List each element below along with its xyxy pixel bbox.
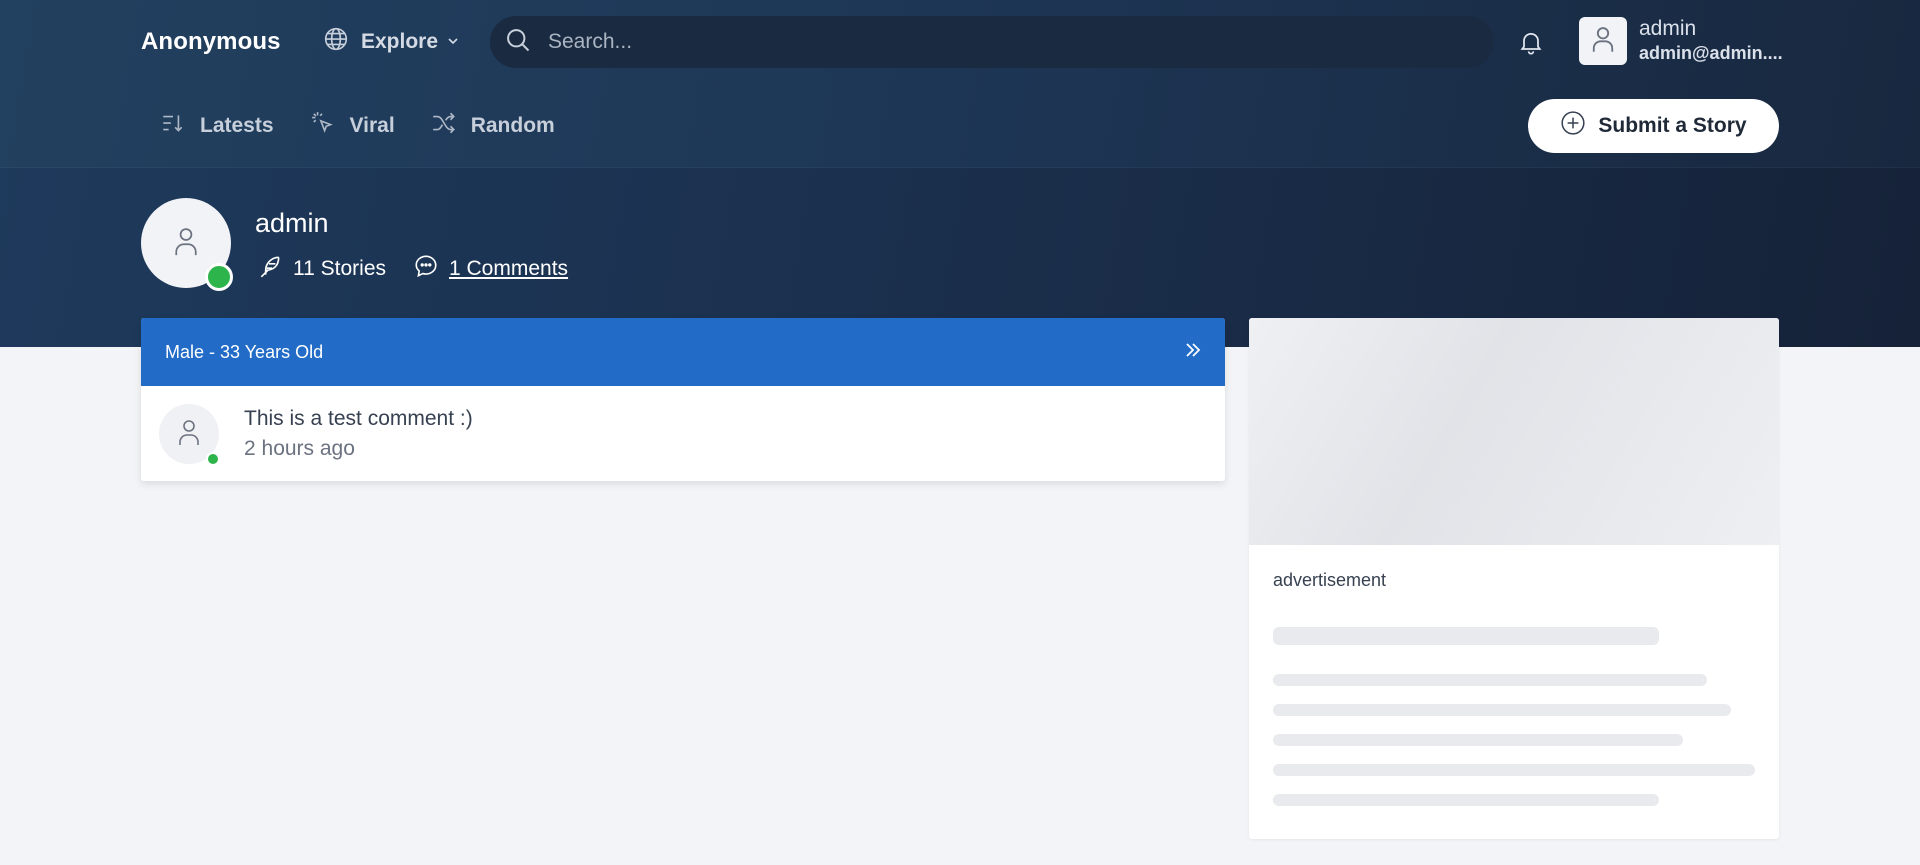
explore-label: Explore <box>361 30 439 53</box>
profile-name: admin <box>255 208 329 238</box>
submit-story-button[interactable]: Submit a Story <box>1528 99 1779 153</box>
skeleton-line <box>1273 704 1731 716</box>
ad-image-placeholder <box>1249 318 1779 545</box>
comment-timestamp: 2 hours ago <box>244 437 355 460</box>
double-chevron-right-icon[interactable] <box>1183 340 1203 365</box>
main-nav: Latests Viral Random <box>160 110 555 142</box>
shuffle-icon <box>431 110 457 142</box>
skeleton-line <box>1273 734 1683 746</box>
sort-descending-icon <box>160 110 186 142</box>
advertisement-card: advertisement <box>1249 318 1779 839</box>
skeleton-line <box>1273 764 1755 776</box>
user-email: admin@admin.... <box>1639 43 1783 63</box>
online-status-indicator <box>206 452 220 466</box>
top-navbar: Anonymous Explore Search... admin admin@… <box>0 0 1920 168</box>
nav-item-viral[interactable]: Viral <box>310 110 395 142</box>
story-card-title: Male - 33 Years Old <box>165 341 324 362</box>
explore-menu[interactable]: Explore <box>323 24 460 60</box>
user-icon <box>173 224 199 263</box>
story-card: Male - 33 Years Old This is a test comme… <box>141 318 1225 481</box>
brand-logo[interactable]: Anonymous <box>141 26 281 58</box>
ad-label: advertisement <box>1273 570 1387 590</box>
nav-item-random[interactable]: Random <box>431 110 555 142</box>
plus-circle-icon <box>1560 110 1586 142</box>
nav-item-latests[interactable]: Latests <box>160 110 274 142</box>
skeleton-line <box>1273 674 1707 686</box>
nav-item-label: Viral <box>349 114 395 137</box>
nav-item-label: Latests <box>200 114 274 137</box>
user-icon <box>177 416 201 453</box>
submit-story-label: Submit a Story <box>1598 114 1747 137</box>
user-icon <box>1589 24 1617 59</box>
nav-item-label: Random <box>470 114 555 137</box>
click-burst-icon <box>310 110 336 142</box>
comment-text: This is a test comment :) <box>244 407 473 430</box>
profile-stats: 11 Stories 1 Comments <box>257 253 568 285</box>
search-bar <box>490 16 1494 68</box>
avatar <box>1579 17 1627 65</box>
stories-count: 11 Stories <box>257 253 386 285</box>
chat-bubble-icon <box>413 253 439 285</box>
search-icon <box>504 26 532 59</box>
user-menu[interactable]: admin admin@admin.... <box>1579 17 1783 65</box>
skeleton-line <box>1273 794 1659 806</box>
story-card-header[interactable]: Male - 33 Years Old <box>141 318 1225 386</box>
comments-link[interactable]: 1 Comments <box>449 257 568 281</box>
chevron-down-icon <box>446 30 460 54</box>
comment-item: This is a test comment :) 2 hours ago <box>141 386 1225 481</box>
globe-icon <box>323 26 349 58</box>
user-name: admin <box>1639 17 1697 40</box>
search-input[interactable] <box>548 30 1448 54</box>
comments-count: 1 Comments <box>413 253 568 285</box>
bell-icon[interactable] <box>1517 28 1545 56</box>
stories-label: 11 Stories <box>293 257 386 280</box>
feather-icon <box>257 253 283 285</box>
skeleton-line <box>1273 627 1659 645</box>
online-status-indicator <box>205 263 233 291</box>
